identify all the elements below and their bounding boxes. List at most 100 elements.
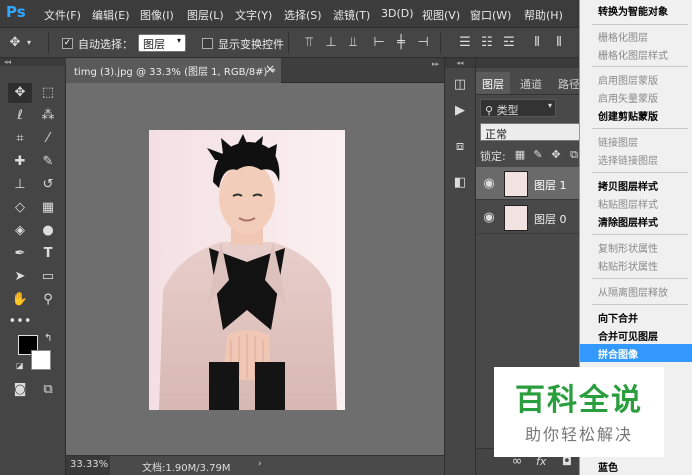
path-selection-tool-icon[interactable]: ➤: [8, 267, 32, 287]
libraries-icon[interactable]: ⧈: [452, 140, 468, 154]
menu-item-enable-vector-mask[interactable]: 启用矢量蒙版: [580, 88, 692, 106]
layer-row[interactable]: ◉ 图层 1: [476, 167, 586, 200]
watermark-overlay: 百科全说 助你轻松解决: [494, 367, 664, 457]
screen-mode-icon[interactable]: ⧉: [36, 380, 60, 400]
align-hcenter-icon[interactable]: ╪: [394, 36, 408, 50]
hand-tool-icon[interactable]: ✋: [8, 290, 32, 310]
document-info: 文档:1.90M/3.79M: [142, 463, 231, 474]
marquee-tool-icon[interactable]: ⬚: [36, 83, 60, 103]
menu-view[interactable]: 视图(V): [422, 7, 460, 23]
menu-item-flatten-image[interactable]: 拼合图像: [580, 344, 692, 362]
move-tool-icon[interactable]: ✥: [8, 83, 32, 103]
chevron-right-icon[interactable]: ›: [258, 459, 262, 469]
menu-item-enable-layer-mask[interactable]: 启用图层蒙版: [580, 70, 692, 88]
magic-wand-tool-icon[interactable]: ⁂: [36, 106, 60, 126]
menu-edit[interactable]: 编辑(E): [92, 7, 130, 23]
menu-item-create-clipping-mask[interactable]: 创建剪贴蒙版: [580, 106, 692, 124]
default-colors-icon[interactable]: ◪: [16, 361, 24, 370]
menu-3d[interactable]: 3D(D): [381, 7, 414, 20]
align-left-icon[interactable]: ⊢: [372, 36, 386, 50]
play-action-icon[interactable]: ▶: [452, 104, 468, 118]
menu-layer[interactable]: 图层(L): [187, 7, 224, 23]
quick-mask-icon[interactable]: ◙: [8, 380, 32, 400]
watermark-title: 百科全说: [515, 383, 643, 418]
menu-item-release-from-isolation[interactable]: 从隔离图层释放: [580, 282, 692, 300]
menu-item-link-layers[interactable]: 链接图层: [580, 132, 692, 150]
align-vcenter-icon[interactable]: ⊥: [324, 36, 338, 50]
brush-tool-icon[interactable]: ✎: [36, 152, 60, 172]
adjustments-icon[interactable]: ◧: [452, 176, 468, 190]
menu-item-paste-shape-attributes[interactable]: 粘贴形状属性: [580, 256, 692, 274]
canvas-image[interactable]: [149, 130, 345, 410]
eye-icon[interactable]: ◉: [482, 211, 496, 225]
menu-window[interactable]: 窗口(W): [470, 7, 511, 23]
menu-item-merge-visible[interactable]: 合并可见图层: [580, 326, 692, 344]
eyedropper-tool-icon[interactable]: ⁄: [36, 129, 60, 149]
menu-item-paste-layer-style[interactable]: 粘贴图层样式: [580, 194, 692, 212]
distribute-hcenter-icon[interactable]: ⫴: [552, 36, 566, 50]
blend-mode-dropdown[interactable]: 正常: [480, 123, 584, 141]
healing-brush-tool-icon[interactable]: ✚: [8, 152, 32, 172]
lock-pixels-icon[interactable]: ✎: [532, 148, 544, 162]
tab-layers[interactable]: 图层: [476, 72, 510, 94]
distribute-left-icon[interactable]: ⦀: [530, 36, 544, 50]
layers-panel-icon[interactable]: ◫: [452, 78, 468, 92]
menu-item-color-blue[interactable]: 蓝色: [580, 457, 692, 475]
show-transform-checkbox[interactable]: [202, 38, 213, 49]
layer-kind-filter[interactable]: ⚲ 类型 ▾: [480, 99, 556, 117]
panel-collapse-icon[interactable]: ▸▸: [432, 60, 439, 68]
distribute-bottom-icon[interactable]: ☲: [502, 36, 516, 50]
clone-stamp-tool-icon[interactable]: ⊥: [8, 175, 32, 195]
menu-item-convert-smart-object[interactable]: 转换为智能对象: [580, 1, 692, 19]
zoom-tool-icon[interactable]: ⚲: [36, 290, 60, 310]
pen-tool-icon[interactable]: ✒: [8, 244, 32, 264]
menu-file[interactable]: 文件(F): [44, 7, 81, 23]
menu-image[interactable]: 图像(I): [140, 7, 174, 23]
lasso-tool-icon[interactable]: ℓ: [8, 106, 32, 126]
menu-type[interactable]: 文字(Y): [235, 7, 272, 23]
swap-colors-icon[interactable]: ↰: [44, 333, 52, 344]
menu-item-merge-down[interactable]: 向下合并: [580, 308, 692, 326]
align-bottom-icon[interactable]: ⫫: [346, 36, 360, 50]
menu-item-rasterize-layer-style[interactable]: 栅格化图层样式: [580, 45, 692, 63]
move-tool-icon[interactable]: ✥: [8, 36, 22, 50]
lock-transparent-icon[interactable]: ▦: [514, 148, 526, 162]
panel-collapse-icon[interactable]: ◂◂: [445, 58, 475, 68]
distribute-top-icon[interactable]: ☰: [458, 36, 472, 50]
distribute-vcenter-icon[interactable]: ☷: [480, 36, 494, 50]
document-tab[interactable]: timg (3).jpg @ 33.3% (图层 1, RGB/8#) * ×: [66, 58, 281, 83]
menu-item-copy-layer-style[interactable]: 拷贝图层样式: [580, 176, 692, 194]
eye-icon[interactable]: ◉: [482, 177, 496, 191]
zoom-level[interactable]: 33.33%: [66, 456, 110, 475]
blur-tool-icon[interactable]: ◈: [8, 221, 32, 241]
menu-item-rasterize-layer[interactable]: 栅格化图层: [580, 27, 692, 45]
menu-item-copy-shape-attributes[interactable]: 复制形状属性: [580, 238, 692, 256]
layer-kind-label: 类型: [496, 104, 519, 117]
close-icon[interactable]: ×: [265, 62, 275, 76]
align-right-icon[interactable]: ⊣: [416, 36, 430, 50]
menu-select[interactable]: 选择(S): [284, 7, 322, 23]
menu-item-clear-layer-style[interactable]: 清除图层样式: [580, 212, 692, 230]
tool-preset-dropdown-icon[interactable]: ▾: [24, 36, 34, 50]
lock-position-icon[interactable]: ✥: [550, 148, 562, 162]
tab-channels[interactable]: 通道: [514, 72, 548, 94]
auto-select-checkbox[interactable]: ✓: [62, 38, 73, 49]
history-brush-tool-icon[interactable]: ↺: [36, 175, 60, 195]
rectangle-tool-icon[interactable]: ▭: [36, 267, 60, 287]
crop-tool-icon[interactable]: ⌗: [8, 129, 32, 149]
layer-row[interactable]: ◉ 图层 0: [476, 201, 586, 234]
link-layers-icon[interactable]: ∞: [510, 455, 524, 469]
menu-filter[interactable]: 滤镜(T): [333, 7, 370, 23]
background-color-swatch[interactable]: [31, 350, 51, 370]
gradient-tool-icon[interactable]: ▦: [36, 198, 60, 218]
type-tool-icon[interactable]: T: [36, 244, 60, 264]
dodge-tool-icon[interactable]: ●: [36, 221, 60, 241]
eraser-tool-icon[interactable]: ◇: [8, 198, 32, 218]
menu-item-select-linked-layers[interactable]: 选择链接图层: [580, 150, 692, 168]
panel-collapse-icon[interactable]: ◂◂: [0, 58, 66, 66]
align-top-icon[interactable]: ⫪: [302, 36, 316, 50]
more-tools-icon[interactable]: •••: [8, 312, 32, 332]
menu-help[interactable]: 帮助(H): [524, 7, 563, 23]
auto-select-dropdown[interactable]: 图层 ▾: [138, 34, 186, 52]
add-mask-icon[interactable]: ◘: [560, 455, 574, 469]
